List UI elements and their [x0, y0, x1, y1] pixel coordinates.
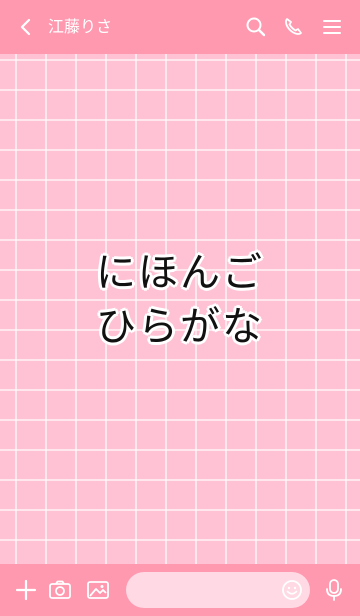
camera-icon	[49, 580, 71, 599]
mic-icon	[326, 579, 342, 601]
call-button[interactable]	[279, 13, 307, 41]
add-icon	[15, 579, 37, 601]
input-bar	[0, 564, 360, 616]
chat-area: にほんご ひらがな	[0, 54, 360, 564]
back-icon	[20, 18, 31, 36]
emoji-button[interactable]	[280, 578, 304, 602]
search-icon	[246, 17, 266, 37]
menu-icon	[323, 20, 341, 34]
camera-button[interactable]	[46, 576, 74, 604]
phone-icon	[285, 18, 302, 35]
search-button[interactable]	[242, 13, 270, 41]
add-button[interactable]	[12, 576, 40, 604]
chat-title: 江藤りさ	[48, 17, 113, 36]
back-button[interactable]	[12, 13, 40, 41]
chat-header: 江藤りさ	[0, 0, 360, 54]
menu-button[interactable]	[318, 13, 346, 41]
center-text-line1: にほんご	[96, 250, 264, 296]
emoji-icon	[282, 580, 302, 600]
image-button[interactable]	[84, 576, 112, 604]
mic-button[interactable]	[320, 576, 348, 604]
center-text-line2: ひらがな	[96, 304, 264, 350]
image-icon	[87, 581, 109, 599]
